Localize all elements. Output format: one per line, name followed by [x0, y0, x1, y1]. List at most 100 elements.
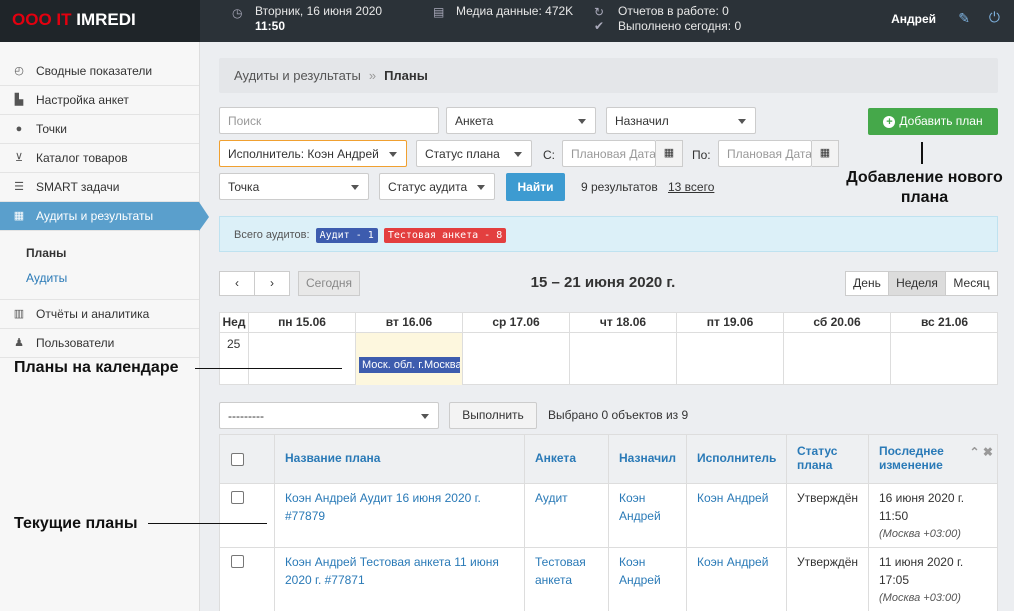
execute-button[interactable]: Выполнить [449, 402, 537, 429]
done-today: Выполнено сегодня: 0 [618, 19, 742, 33]
sidebar-item-dashboard[interactable]: ◴ Сводные показатели [0, 57, 199, 86]
column-last-change[interactable]: Последнее изменение ⌃ ✖ [868, 435, 997, 484]
find-button[interactable]: Найти [506, 173, 565, 201]
audit-status-select[interactable]: Статус аудита [379, 173, 495, 200]
sidebar-item-label: SMART задачи [36, 180, 120, 194]
logo-part-1: ООО IT [12, 10, 72, 29]
day-header: сб 20.06 [784, 313, 891, 333]
assigned-by-select[interactable]: Назначил [606, 107, 756, 134]
day-cell[interactable] [570, 333, 677, 385]
next-week-button[interactable]: › [254, 271, 290, 296]
week-number: 25 [220, 333, 249, 385]
view-week-button[interactable]: Неделя [888, 271, 946, 296]
date-to-input[interactable]: Плановая Дата [718, 140, 812, 167]
plan-name-cell[interactable]: Коэн Андрей Аудит 16 июня 2020 г. #77879 [274, 484, 524, 548]
week-title: 15 – 21 июня 2020 г. [530, 274, 676, 291]
day-cell[interactable] [784, 333, 891, 385]
user-name[interactable]: Андрей [891, 12, 936, 26]
sidebar-item-users[interactable]: ♟ Пользователи [0, 329, 199, 358]
sidebar-item-audits[interactable]: ▦ Аудиты и результаты [0, 202, 209, 231]
sidebar-item-surveys[interactable]: ▙ Настройка анкет [0, 86, 199, 115]
select-all-checkbox[interactable] [231, 453, 244, 466]
sidebar-subitem-audits[interactable]: Аудиты [0, 266, 199, 291]
top-bar: ООО IT IMREDI ◷ Вторник, 16 июня 2020 11… [0, 0, 1014, 42]
results-count: 9 результатов [581, 180, 658, 194]
calendar-event[interactable]: Моск. обл. г.Москва [359, 357, 460, 373]
sidebar-item-reports[interactable]: ▥ Отчёты и аналитика [0, 300, 199, 329]
point-select[interactable]: Точка [219, 173, 369, 200]
breadcrumb-separator: » [368, 68, 377, 83]
sidebar-item-catalog[interactable]: ⊻ Каталог товаров [0, 144, 199, 173]
change-date: 16 июня 2020 г. [879, 491, 965, 505]
table-header: Название плана Анкета Назначил Исполните… [220, 435, 997, 484]
plan-status-select[interactable]: Статус плана [416, 140, 532, 167]
day-cell[interactable] [891, 333, 998, 385]
media-data: Медиа данные: 472K [456, 4, 574, 18]
day-header: ср 17.06 [463, 313, 570, 333]
row-checkbox[interactable] [231, 491, 244, 504]
wrench-icon[interactable]: ✎ [958, 10, 970, 27]
table-row[interactable]: Коэн Андрей Тестовая анкета 11 июня 2020… [220, 548, 997, 611]
executor-cell[interactable]: Коэн Андрей [686, 548, 786, 611]
executor-select[interactable]: Исполнитель: Коэн Андрей [219, 140, 407, 167]
date-from-input[interactable]: Плановая Дата [562, 140, 656, 167]
prev-week-button[interactable]: ‹ [219, 271, 255, 296]
column-status[interactable]: Статус плана [786, 435, 868, 484]
dashboard-icon: ◴ [14, 65, 24, 77]
day-header: вт 16.06 [356, 313, 463, 333]
selected-count: Выбрано 0 объектов из 9 [548, 408, 689, 422]
sidebar-item-smart-tasks[interactable]: ☰ SMART задачи [0, 173, 199, 202]
view-month-button[interactable]: Месяц [945, 271, 998, 296]
executor-cell[interactable]: Коэн Андрей [686, 484, 786, 548]
assigned-cell[interactable]: Коэн Андрей [608, 548, 686, 611]
sort-up-close-icon[interactable]: ⌃ ✖ [970, 445, 993, 459]
refresh-icon: ↻ [594, 5, 605, 19]
sidebar-item-label: Пользователи [36, 336, 115, 350]
sidebar-item-label: Сводные показатели [36, 64, 153, 78]
callout-add-plan: Добавление нового плана [842, 168, 1007, 208]
view-day-button[interactable]: День [845, 271, 889, 296]
survey-cell[interactable]: Аудит [524, 484, 608, 548]
badge-audit: Аудит - 1 [315, 228, 378, 243]
today-button[interactable]: Сегодня [298, 271, 360, 296]
add-plan-button[interactable]: + Добавить план [868, 108, 998, 135]
day-cell-today[interactable]: Моск. обл. г.Москва [356, 333, 463, 385]
sidebar-item-label: Каталог товаров [36, 151, 128, 165]
day-cell[interactable] [677, 333, 784, 385]
day-cell[interactable] [249, 333, 356, 385]
plan-name-cell[interactable]: Коэн Андрей Тестовая анкета 11 июня 2020… [274, 548, 524, 611]
callout-add-plan-line2: плана [900, 189, 949, 206]
week-header: Нед [220, 313, 249, 333]
date-text: Вторник, 16 июня 2020 [255, 4, 383, 18]
power-icon[interactable]: ⏻ [989, 9, 1000, 26]
audits-summary: Всего аудитов: Аудит - 1 Тестовая анкета… [219, 216, 998, 252]
column-name[interactable]: Название плана [274, 435, 524, 484]
survey-select[interactable]: Анкета [446, 107, 596, 134]
sidebar-item-label: Настройка анкет [36, 93, 129, 107]
day-cell[interactable] [463, 333, 570, 385]
drive-icon: ▤ [433, 5, 445, 19]
calendar-from-icon[interactable]: ▦ [656, 140, 683, 167]
calendar-to-icon[interactable]: ▦ [812, 140, 839, 167]
table-row[interactable]: Коэн Андрей Аудит 16 июня 2020 г. #77879… [220, 484, 997, 548]
callout-add-plan-line1: Добавление нового [846, 169, 1003, 186]
breadcrumb-parent[interactable]: Аудиты и результаты [234, 68, 361, 83]
plan-name-line2: 2020 г. #77871 [285, 573, 365, 587]
summary-label: Всего аудитов: [234, 229, 310, 241]
change-date: 11 июня 2020 г. [879, 555, 964, 569]
assigned-line1: Коэн [619, 491, 646, 505]
search-input[interactable]: Поиск [219, 107, 439, 134]
row-checkbox[interactable] [231, 555, 244, 568]
total-link[interactable]: 13 всего [668, 180, 714, 194]
logo[interactable]: ООО IT IMREDI [0, 0, 200, 42]
column-assigned[interactable]: Назначил [608, 435, 686, 484]
assigned-cell[interactable]: Коэн Андрей [608, 484, 686, 548]
user-icon: ♟ [14, 337, 24, 349]
survey-cell[interactable]: Тестовая анкета [524, 548, 608, 611]
column-survey[interactable]: Анкета [524, 435, 608, 484]
column-executor[interactable]: Исполнитель [686, 435, 786, 484]
sidebar-item-points[interactable]: ● Точки [0, 115, 199, 144]
bulk-action-select[interactable]: --------- [219, 402, 439, 429]
sidebar-subitem-plans[interactable]: Планы [0, 241, 199, 266]
from-label: С: [543, 148, 555, 162]
